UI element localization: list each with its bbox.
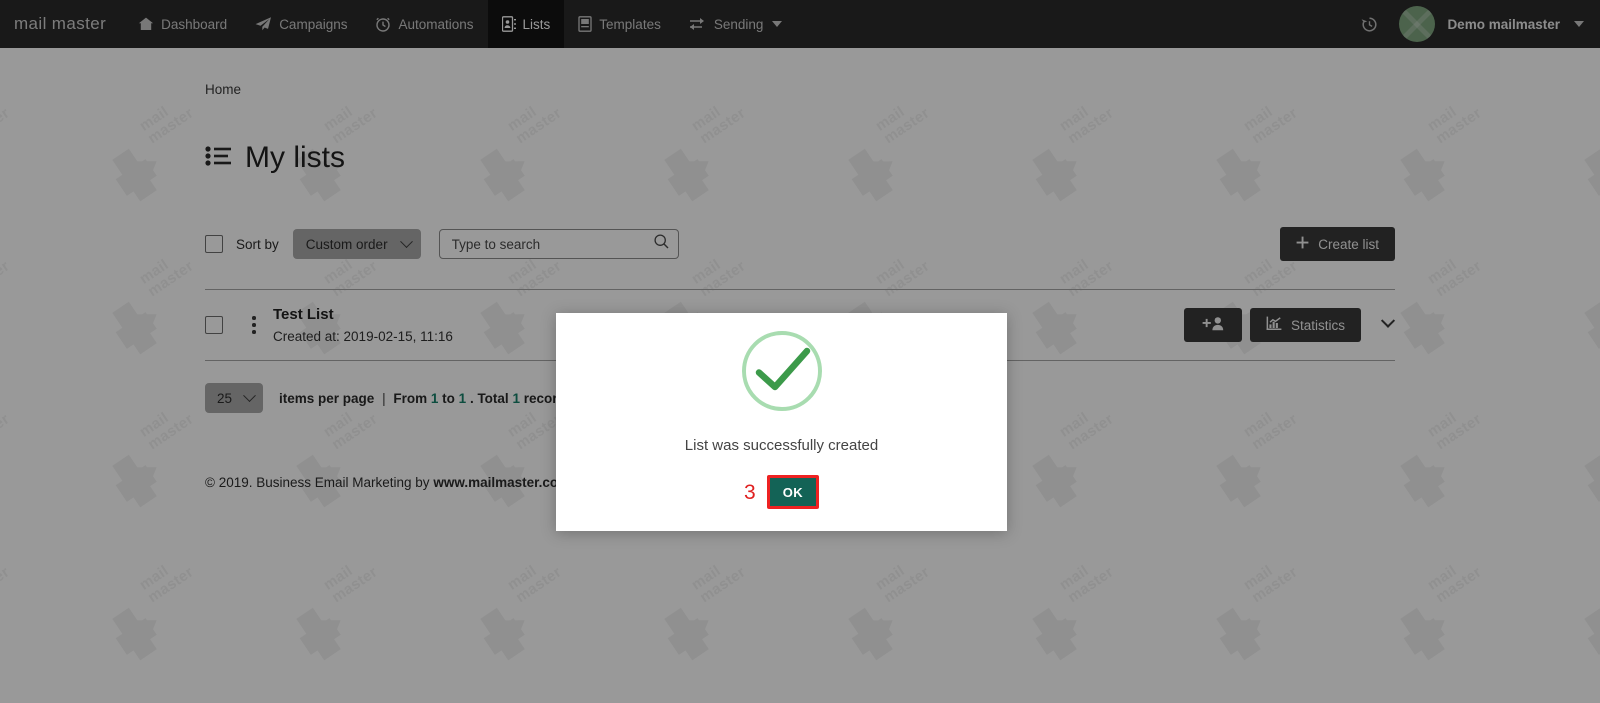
step-number-annotation: 3: [744, 480, 756, 504]
modal-ok-button[interactable]: OK: [766, 475, 819, 509]
success-modal: List was successfully created 3 OK: [556, 313, 1007, 531]
page-root: mail master Dashboard Campaigns Automati…: [0, 0, 1600, 703]
success-check-icon: [741, 331, 822, 411]
modal-actions: 3 OK: [744, 475, 819, 509]
modal-message: List was successfully created: [684, 437, 879, 454]
